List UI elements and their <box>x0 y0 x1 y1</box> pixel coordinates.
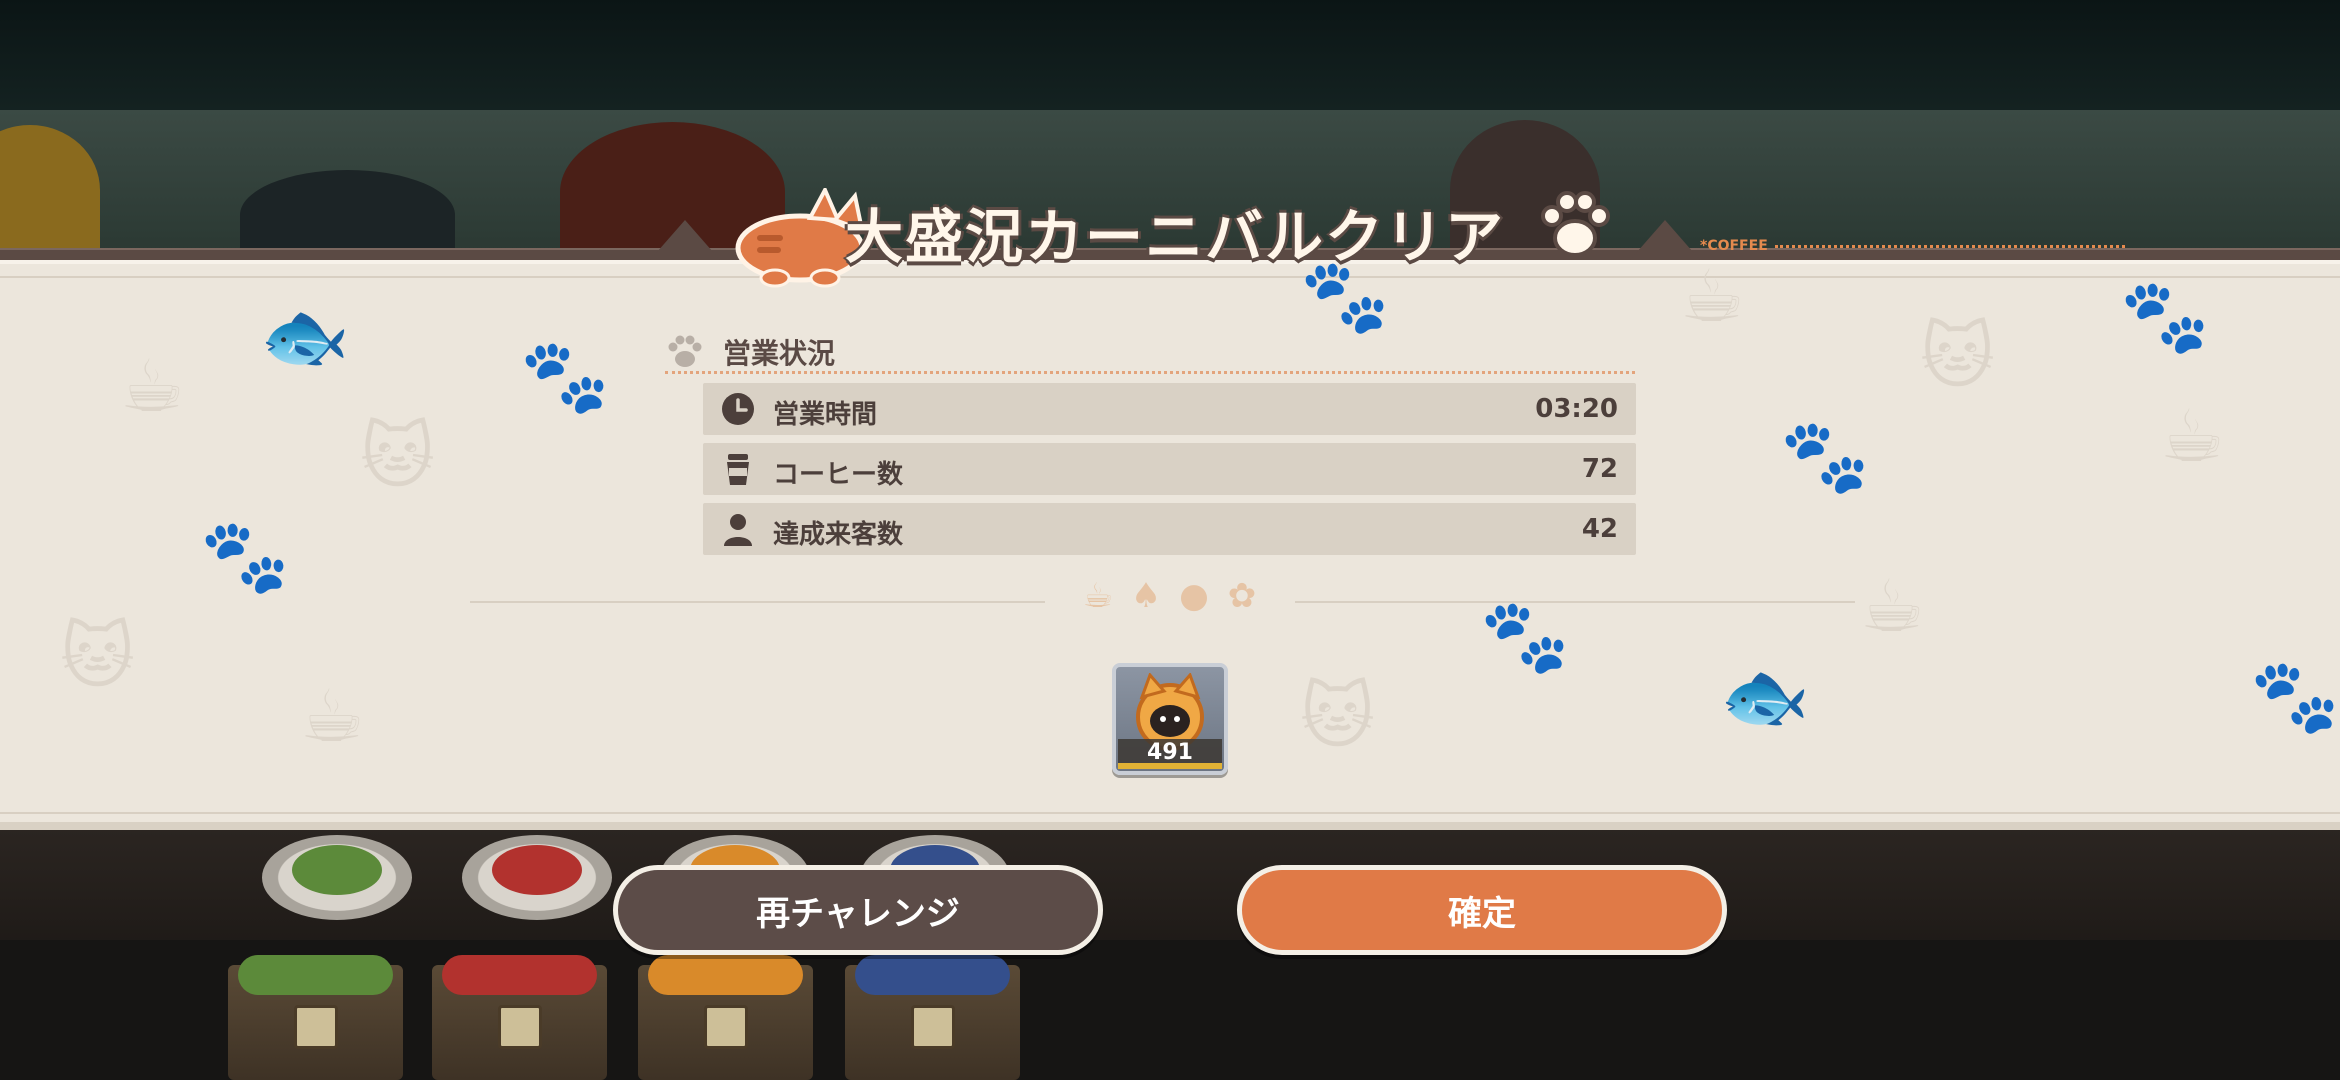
plate-strawberry <box>462 835 612 920</box>
title-banner: 大盛況カーニバルクリア <box>650 178 1700 288</box>
banner-ear-right <box>1630 220 1700 260</box>
crate-mint <box>228 955 403 1080</box>
confirm-button[interactable]: 確定 <box>1237 865 1727 955</box>
panel-bottom-rule <box>0 812 2340 814</box>
divider-icon-group: ☕ ♠ ● ✿ <box>1078 576 1268 620</box>
stat-label: 達成来客数 <box>773 520 904 550</box>
cat-face-icon: 🐱 <box>360 414 436 498</box>
retry-button[interactable]: 再チャレンジ <box>613 865 1103 955</box>
fish-bone-icon: 🐟 <box>260 294 350 378</box>
cat-face-icon: 🐱 <box>1920 314 1996 398</box>
stat-value: 72 <box>1581 454 1618 484</box>
crate-blueberry <box>845 955 1020 1080</box>
paw-print-icon: 🐾 <box>2250 654 2340 738</box>
coffee-cup-icon: ☕ <box>1860 564 1925 648</box>
fish-icon: ♠ <box>1130 576 1162 616</box>
paw-print-icon: ✿ <box>1227 576 1257 616</box>
cat-face-icon: 🐱 <box>1300 674 1376 758</box>
retry-button-label: 再チャレンジ <box>756 893 960 934</box>
stat-label: 営業時間 <box>773 400 878 430</box>
divider-right <box>1295 601 1855 603</box>
clock-icon <box>722 393 754 425</box>
stats-section-label: 営業状況 <box>723 337 836 370</box>
coffee-cup-icon: ☕ <box>300 674 365 758</box>
paw-print-icon: 🐾 <box>1780 414 1870 498</box>
cat-face-icon: 🐱 <box>60 614 136 698</box>
stat-row-customers: 達成来客数 42 <box>703 503 1636 555</box>
person-icon <box>724 514 752 546</box>
crate-strawberry <box>432 955 607 1080</box>
stat-row-coffee-count: コーヒー数 72 <box>703 443 1636 495</box>
banner-ear-left <box>650 220 720 260</box>
stat-row-business-time: 営業時間 03:20 <box>703 383 1636 435</box>
divider-left <box>470 601 1045 603</box>
crate-orange <box>638 955 813 1080</box>
customer-dark <box>240 170 455 260</box>
paw-print-icon: 🐾 <box>200 514 290 598</box>
scene-ceiling <box>0 0 2340 110</box>
paw-print-icon <box>668 335 702 367</box>
confirm-button-label: 確定 <box>1448 893 1516 934</box>
coffee-cup-icon <box>727 454 749 485</box>
reward-item[interactable]: 491 <box>1112 663 1228 775</box>
stat-value: 03:20 <box>1535 394 1618 424</box>
paw-print-icon: 🐾 <box>2120 274 2210 358</box>
paw-print-icon <box>1541 191 1610 257</box>
stat-value: 42 <box>1581 514 1618 544</box>
brand-dotted-rule <box>1775 245 2125 248</box>
coffee-cup-icon: ☕ <box>120 344 185 428</box>
paw-print-icon: 🐾 <box>520 334 610 418</box>
coffee-cup-icon: ☕ <box>2160 394 2225 478</box>
stat-label: コーヒー数 <box>773 460 904 490</box>
plate-mint <box>262 835 412 920</box>
cat-face-icon: ● <box>1179 576 1209 616</box>
paw-print-icon: 🐾 <box>1480 594 1570 678</box>
stats-section-header: 営業状況 <box>665 330 1635 374</box>
brand-tag: *COFFEE <box>1700 238 1768 254</box>
dialog-title: 大盛況カーニバルクリア <box>845 203 1506 271</box>
fish-bone-icon: 🐟 <box>1720 654 1810 738</box>
reward-count: 491 <box>1147 740 1193 765</box>
coffee-cup-icon: ☕ <box>1082 576 1114 616</box>
